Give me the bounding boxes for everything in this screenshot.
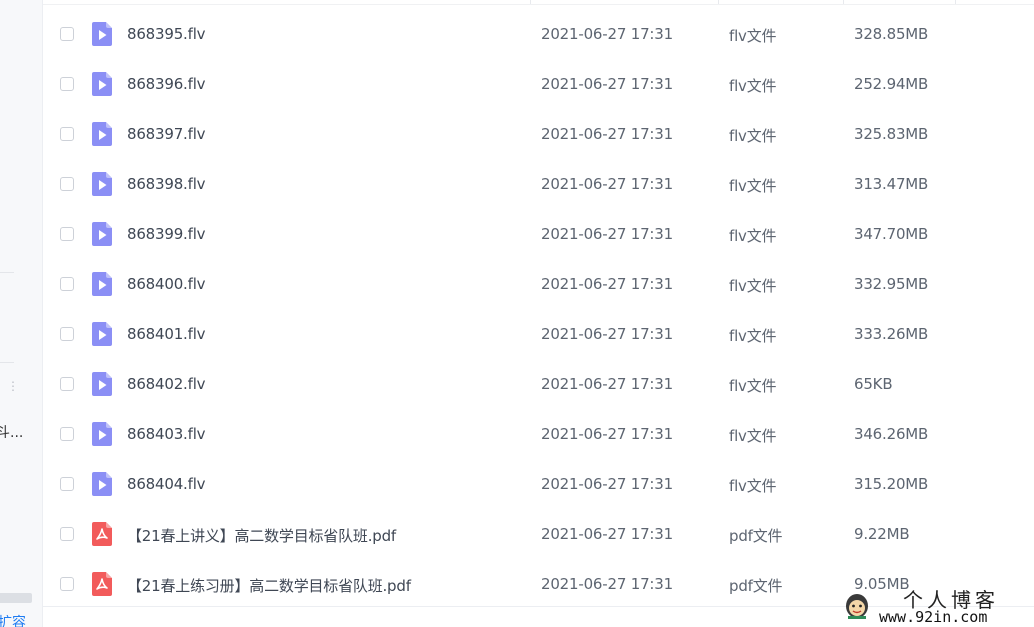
column-separator[interactable]: [843, 0, 844, 4]
row-checkbox[interactable]: [60, 327, 74, 341]
file-row[interactable]: 868395.flv 2021-06-27 17:31 flv文件 328.85MB: [43, 5, 1034, 55]
sidebar: ⋮ 斗... 扩容: [0, 0, 43, 627]
row-checkbox[interactable]: [60, 377, 74, 391]
file-name[interactable]: 868396.flv: [127, 75, 206, 93]
file-modified-date: 2021-06-27 17:31: [541, 275, 673, 293]
file-row[interactable]: 868401.flv 2021-06-27 17:31 flv文件 333.26MB: [43, 305, 1034, 355]
video-file-icon: [92, 172, 112, 196]
row-checkbox[interactable]: [60, 427, 74, 441]
file-type: pdf文件: [729, 527, 783, 545]
video-file-icon: [92, 422, 112, 446]
file-size: 333.26MB: [854, 325, 929, 343]
file-modified-date: 2021-06-27 17:31: [541, 475, 673, 493]
file-size: 346.26MB: [854, 425, 929, 443]
file-row[interactable]: 868400.flv 2021-06-27 17:31 flv文件 332.95MB: [43, 255, 1034, 305]
file-name[interactable]: 868398.flv: [127, 175, 206, 193]
file-row[interactable]: 868402.flv 2021-06-27 17:31 flv文件 65KB: [43, 355, 1034, 405]
file-name[interactable]: 868404.flv: [127, 475, 206, 493]
row-checkbox[interactable]: [60, 127, 74, 141]
file-row[interactable]: 868398.flv 2021-06-27 17:31 flv文件 313.47MB: [43, 155, 1034, 205]
file-size: 252.94MB: [854, 75, 929, 93]
file-name[interactable]: 【21春上讲义】高二数学目标省队班.pdf: [127, 525, 396, 546]
file-type: flv文件: [729, 377, 777, 395]
file-name[interactable]: 868402.flv: [127, 375, 206, 393]
file-modified-date: 2021-06-27 17:31: [541, 75, 673, 93]
file-size: 347.70MB: [854, 225, 929, 243]
video-file-icon: [92, 322, 112, 346]
row-checkbox[interactable]: [60, 477, 74, 491]
row-checkbox[interactable]: [60, 227, 74, 241]
file-size: 315.20MB: [854, 475, 929, 493]
column-separator[interactable]: [955, 0, 956, 4]
expand-storage-link[interactable]: 扩容: [0, 612, 26, 627]
row-checkbox[interactable]: [60, 177, 74, 191]
file-type: flv文件: [729, 227, 777, 245]
watermark: 个人博客 www.92in.com: [843, 586, 1031, 626]
row-checkbox[interactable]: [60, 577, 74, 591]
file-modified-date: 2021-06-27 17:31: [541, 175, 673, 193]
file-modified-date: 2021-06-27 17:31: [541, 375, 673, 393]
video-file-icon: [92, 222, 112, 246]
file-size: 332.95MB: [854, 275, 929, 293]
file-row[interactable]: 868399.flv 2021-06-27 17:31 flv文件 347.70MB: [43, 205, 1034, 255]
file-modified-date: 2021-06-27 17:31: [541, 525, 673, 543]
storage-usage-bar: [0, 593, 32, 603]
video-file-icon: [92, 372, 112, 396]
file-type: flv文件: [729, 277, 777, 295]
mascot-logo-icon: [846, 594, 868, 619]
sidebar-divider: [0, 362, 14, 363]
sidebar-divider: [0, 272, 14, 273]
video-file-icon: [92, 72, 112, 96]
file-row[interactable]: 868396.flv 2021-06-27 17:31 flv文件 252.94MB: [43, 55, 1034, 105]
file-name[interactable]: 【21春上练习册】高二数学目标省队班.pdf: [127, 575, 411, 596]
file-row[interactable]: 868403.flv 2021-06-27 17:31 flv文件 346.26MB: [43, 405, 1034, 455]
file-type: flv文件: [729, 27, 777, 45]
pdf-file-icon: [92, 522, 112, 546]
file-size: 328.85MB: [854, 25, 929, 43]
file-modified-date: 2021-06-27 17:31: [541, 325, 673, 343]
file-size: 9.22MB: [854, 525, 910, 543]
file-name[interactable]: 868401.flv: [127, 325, 206, 343]
file-row[interactable]: 【21春上讲义】高二数学目标省队班.pdf 2021-06-27 17:31 pdf…: [43, 505, 1034, 555]
file-type: flv文件: [729, 127, 777, 145]
video-file-icon: [92, 472, 112, 496]
file-modified-date: 2021-06-27 17:31: [541, 25, 673, 43]
file-modified-date: 2021-06-27 17:31: [541, 575, 673, 593]
row-checkbox[interactable]: [60, 77, 74, 91]
file-type: flv文件: [729, 77, 777, 95]
pdf-file-icon: [92, 572, 112, 596]
file-size: 65KB: [854, 375, 893, 393]
file-name[interactable]: 868403.flv: [127, 425, 206, 443]
video-file-icon: [92, 272, 112, 296]
file-name[interactable]: 868397.flv: [127, 125, 206, 143]
row-checkbox[interactable]: [60, 527, 74, 541]
file-name[interactable]: 868400.flv: [127, 275, 206, 293]
video-file-icon: [92, 122, 112, 146]
file-modified-date: 2021-06-27 17:31: [541, 125, 673, 143]
more-options-icon[interactable]: ⋮: [7, 380, 19, 392]
file-type: flv文件: [729, 177, 777, 195]
file-type: flv文件: [729, 427, 777, 445]
column-separator[interactable]: [530, 0, 531, 4]
row-checkbox[interactable]: [60, 277, 74, 291]
row-checkbox[interactable]: [60, 27, 74, 41]
file-modified-date: 2021-06-27 17:31: [541, 425, 673, 443]
file-modified-date: 2021-06-27 17:31: [541, 225, 673, 243]
file-size: 313.47MB: [854, 175, 929, 193]
watermark-url: www.92in.com: [879, 608, 988, 626]
file-type: flv文件: [729, 477, 777, 495]
file-name[interactable]: 868395.flv: [127, 25, 206, 43]
file-manager-window: ⋮ 斗... 扩容 868395.flv 2021-06-27 17:31 flv文…: [0, 0, 1034, 627]
column-separator[interactable]: [718, 0, 719, 4]
video-file-icon: [92, 22, 112, 46]
file-type: flv文件: [729, 327, 777, 345]
file-size: 325.83MB: [854, 125, 929, 143]
file-row[interactable]: 868397.flv 2021-06-27 17:31 flv文件 325.83MB: [43, 105, 1034, 155]
file-type: pdf文件: [729, 577, 783, 595]
sidebar-item-label[interactable]: 斗...: [0, 422, 23, 442]
file-name[interactable]: 868399.flv: [127, 225, 206, 243]
file-row[interactable]: 868404.flv 2021-06-27 17:31 flv文件 315.20MB: [43, 455, 1034, 505]
